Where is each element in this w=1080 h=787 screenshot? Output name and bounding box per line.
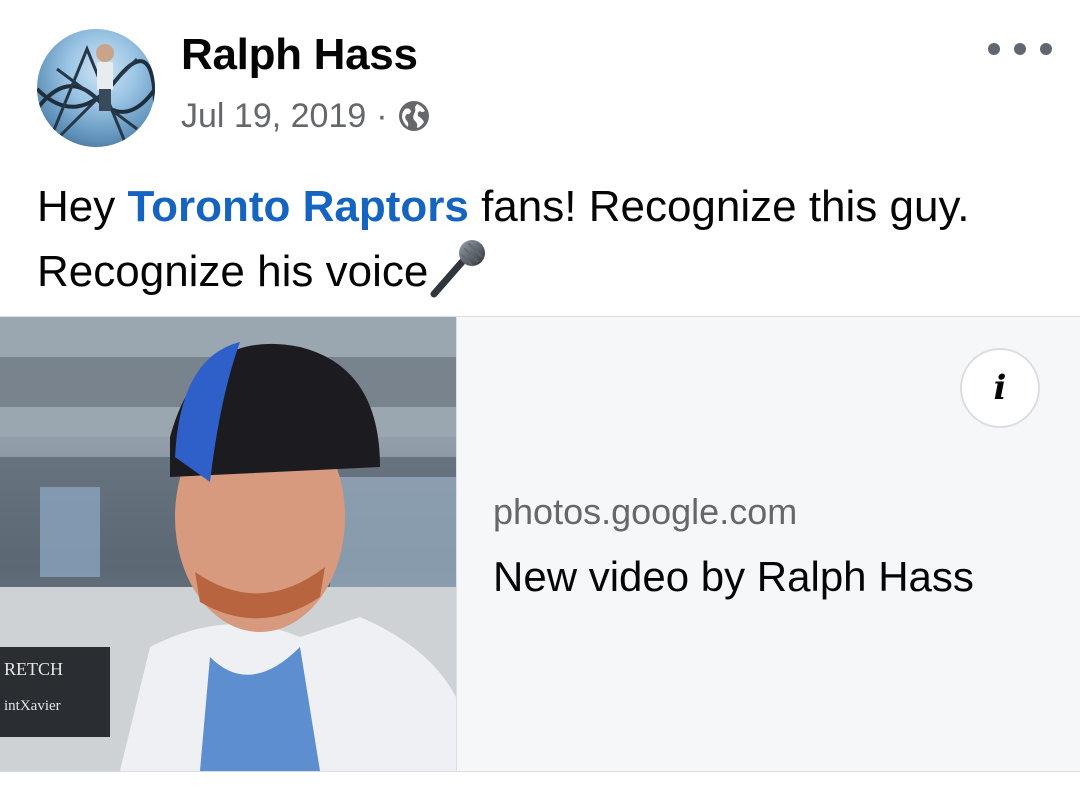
overlay-text-1: RETCH bbox=[4, 659, 63, 679]
overlay-text-2: intXavier bbox=[4, 698, 61, 714]
post-meta: Jul 19, 2019 · bbox=[181, 96, 430, 136]
author-name[interactable]: Ralph Hass bbox=[181, 30, 418, 80]
link-thumbnail[interactable]: RETCH intXavier bbox=[0, 317, 457, 771]
link-preview-card[interactable]: RETCH intXavier photos.google.com New vi… bbox=[0, 316, 1080, 772]
page-mention-link[interactable]: Toronto Raptors bbox=[127, 182, 468, 231]
thumbnail-image: RETCH intXavier bbox=[0, 317, 456, 771]
avatar-image bbox=[37, 44, 155, 147]
link-domain: photos.google.com bbox=[493, 491, 798, 532]
more-dot bbox=[1040, 43, 1052, 55]
author-avatar[interactable] bbox=[37, 29, 155, 147]
info-icon[interactable]: i bbox=[960, 348, 1040, 428]
post-text-prefix: Hey bbox=[37, 182, 128, 231]
more-options-icon[interactable] bbox=[988, 36, 1052, 62]
post-text: Hey Toronto Raptors fans! Recognize this… bbox=[37, 176, 1047, 303]
post-header: Ralph Hass Jul 19, 2019 · bbox=[0, 0, 1080, 160]
more-dot bbox=[1014, 43, 1026, 55]
microphone-icon bbox=[430, 240, 486, 298]
post-date[interactable]: Jul 19, 2019 bbox=[181, 97, 366, 136]
meta-separator: · bbox=[376, 96, 388, 135]
globe-icon[interactable] bbox=[398, 100, 430, 132]
more-dot bbox=[988, 43, 1000, 55]
link-title[interactable]: New video by Ralph Hass bbox=[493, 553, 974, 601]
